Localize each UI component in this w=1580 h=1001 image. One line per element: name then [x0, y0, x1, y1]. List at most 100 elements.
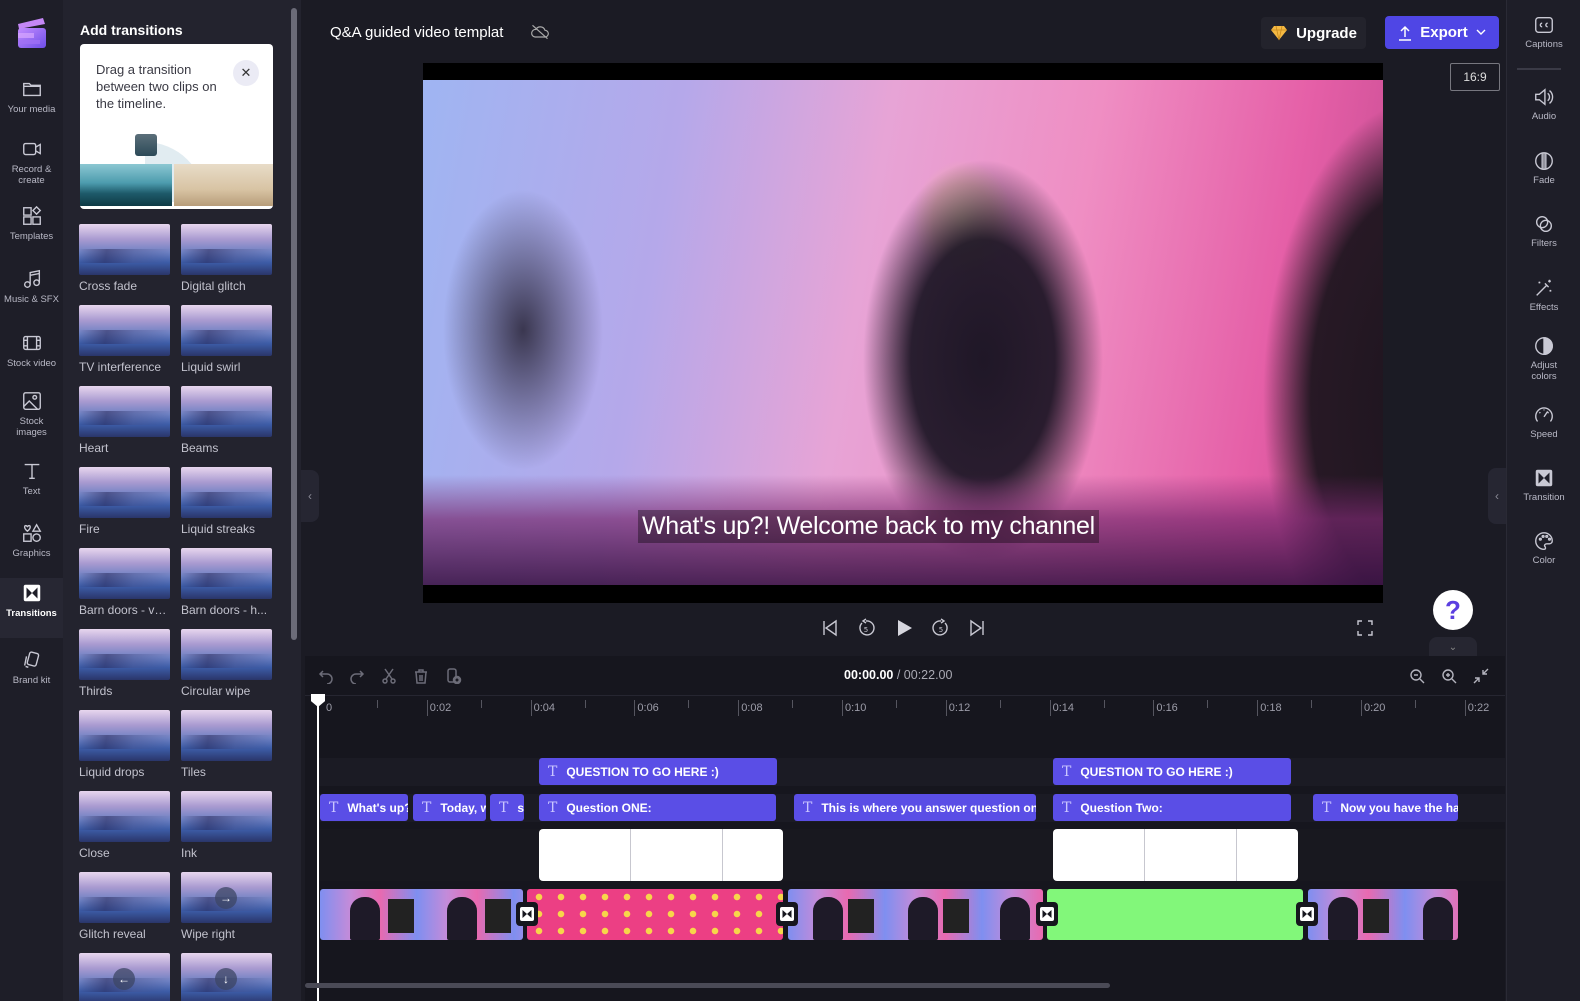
zoom-out-button[interactable]: [1407, 666, 1427, 686]
white-overlay-clip[interactable]: [1053, 829, 1298, 881]
cloud-off-icon[interactable]: [530, 23, 550, 41]
rail-item-stock-images[interactable]: Stock images: [0, 386, 63, 446]
transition-thumbnail[interactable]: Liquid drops: [79, 710, 170, 779]
aspect-ratio-button[interactable]: 16:9: [1450, 63, 1500, 91]
rail-item-transition[interactable]: Transition: [1507, 467, 1580, 525]
transition-thumbnail[interactable]: Tiles: [181, 710, 272, 779]
timeline-scrollbar[interactable]: [305, 983, 1110, 988]
rail-item-speed[interactable]: Speed: [1507, 404, 1580, 462]
rail-item-transitions[interactable]: Transitions: [0, 578, 63, 638]
transition-name: Ink: [181, 846, 198, 860]
collapse-help-button[interactable]: ⌄: [1429, 637, 1477, 657]
transition-thumbnail[interactable]: Close: [79, 791, 170, 860]
timeline-ruler[interactable]: 0 0:02 0:04 0:06 0:08 0:10 0:12 0:14 0:16 0:18 0:2…: [305, 695, 1505, 721]
transition-thumbnail[interactable]: ↓: [181, 953, 272, 1001]
rail-item-color[interactable]: Color: [1507, 530, 1580, 588]
transition-thumbnail[interactable]: TV interference: [79, 305, 170, 374]
redo-button[interactable]: [347, 666, 367, 686]
text-clip[interactable]: T Now you have the ha: [1313, 794, 1458, 821]
rail-item-captions[interactable]: Captions: [1507, 14, 1580, 72]
rail-item-brand-kit[interactable]: Brand kit: [0, 645, 63, 705]
rail-item-fade[interactable]: Fade: [1507, 150, 1580, 208]
rewind-5s-button[interactable]: 5: [854, 616, 878, 640]
rail-item-your-media[interactable]: Your media: [0, 74, 63, 134]
collapse-properties-button[interactable]: ‹: [1488, 468, 1506, 524]
undo-button[interactable]: [316, 666, 336, 686]
video-preview[interactable]: What's up?! Welcome back to my channel: [423, 63, 1383, 603]
transition-thumbnail[interactable]: Cross fade: [79, 224, 170, 293]
video-clip[interactable]: [320, 889, 523, 940]
rail-item-music-sfx[interactable]: Music & SFX: [0, 264, 63, 324]
video-clip[interactable]: [788, 889, 1043, 940]
playhead[interactable]: [317, 697, 319, 1001]
add-to-timeline-button[interactable]: [444, 666, 464, 686]
forward-5s-button[interactable]: 5: [929, 616, 953, 640]
transition-thumbnail[interactable]: Circular wipe: [181, 629, 272, 698]
transition-thumbnail[interactable]: → Wipe right: [181, 872, 272, 941]
panel-scrollbar[interactable]: [291, 8, 297, 640]
transition-name: Circular wipe: [181, 684, 251, 698]
text-clip[interactable]: T Today, w: [413, 794, 486, 821]
transition-thumbnail[interactable]: Heart: [79, 386, 170, 455]
play-button[interactable]: [892, 616, 916, 640]
rail-item-audio[interactable]: Audio: [1507, 86, 1580, 144]
project-title[interactable]: Q&A guided video templat: [330, 24, 506, 41]
transition-thumbnail[interactable]: Beams: [181, 386, 272, 455]
transition-thumbnail[interactable]: Glitch reveal: [79, 872, 170, 941]
transition-thumbnail[interactable]: Liquid streaks: [181, 467, 272, 536]
rail-item-record-create[interactable]: Record & create: [0, 134, 63, 194]
green-background-clip[interactable]: [1047, 889, 1303, 940]
pink-background-clip[interactable]: [527, 889, 783, 940]
rail-item-templates[interactable]: Templates: [0, 201, 63, 261]
text-clip[interactable]: T QUESTION TO GO HERE :): [1053, 758, 1291, 785]
fit-timeline-button[interactable]: [1471, 666, 1491, 686]
text-clip[interactable]: T QUESTION TO GO HERE :): [539, 758, 777, 785]
skip-to-end-button[interactable]: [965, 616, 989, 640]
transition-preview-image: [181, 305, 272, 356]
transition-marker[interactable]: [776, 902, 798, 926]
split-button[interactable]: [379, 666, 399, 686]
rail-item-filters[interactable]: Filters: [1507, 213, 1580, 271]
transition-thumbnail[interactable]: ←: [79, 953, 170, 1001]
rail-item-graphics[interactable]: Graphics: [0, 518, 63, 578]
text-clip[interactable]: T s: [490, 794, 524, 821]
text-clip[interactable]: T Question Two:: [1053, 794, 1291, 821]
rail-item-label: Fade: [1533, 175, 1555, 186]
transition-marker[interactable]: [516, 902, 538, 926]
ruler-major-tick: [1257, 700, 1259, 716]
transition-thumbnail[interactable]: Barn doors - ve...: [79, 548, 170, 617]
export-button[interactable]: Export: [1385, 16, 1499, 49]
transition-thumbnail[interactable]: Liquid swirl: [181, 305, 272, 374]
text-clip[interactable]: T What's up?: [320, 794, 408, 821]
zoom-in-icon: [1442, 669, 1457, 684]
folder-icon: [22, 82, 41, 97]
text-clip[interactable]: T This is where you answer question one: [794, 794, 1036, 821]
rail-item-text[interactable]: Text: [0, 456, 63, 516]
text-clip[interactable]: T Question ONE:: [539, 794, 776, 821]
white-overlay-clip[interactable]: [539, 829, 783, 881]
ruler-minor-tick: [895, 700, 897, 708]
app-logo-icon[interactable]: [15, 16, 49, 50]
upgrade-button[interactable]: Upgrade: [1261, 17, 1366, 49]
rail-item-adjust-colors[interactable]: Adjust colors: [1507, 335, 1580, 393]
help-button[interactable]: ?: [1433, 590, 1473, 630]
zoom-in-button[interactable]: [1439, 666, 1459, 686]
video-clip[interactable]: [1308, 889, 1458, 940]
close-tip-button[interactable]: ✕: [233, 60, 259, 86]
rail-item-stock-video[interactable]: Stock video: [0, 328, 63, 388]
rail-item-effects[interactable]: Effects: [1507, 277, 1580, 335]
transition-thumbnail[interactable]: Fire: [79, 467, 170, 536]
transition-marker[interactable]: [1296, 902, 1318, 926]
question-mark-icon: ?: [1445, 594, 1461, 625]
transition-thumbnail[interactable]: Ink: [181, 791, 272, 860]
transition-thumbnail[interactable]: Thirds: [79, 629, 170, 698]
preview-caption[interactable]: What's up?! Welcome back to my channel: [638, 510, 1099, 543]
collapse-panel-button[interactable]: ‹: [301, 470, 319, 522]
transition-thumbnail[interactable]: Digital glitch: [181, 224, 272, 293]
transition-marker[interactable]: [1036, 902, 1058, 926]
skip-to-start-button[interactable]: [818, 616, 842, 640]
fullscreen-button[interactable]: [1353, 616, 1377, 640]
transition-preview-image: [181, 710, 272, 761]
transition-thumbnail[interactable]: Barn doors - h...: [181, 548, 272, 617]
delete-button[interactable]: [411, 666, 431, 686]
